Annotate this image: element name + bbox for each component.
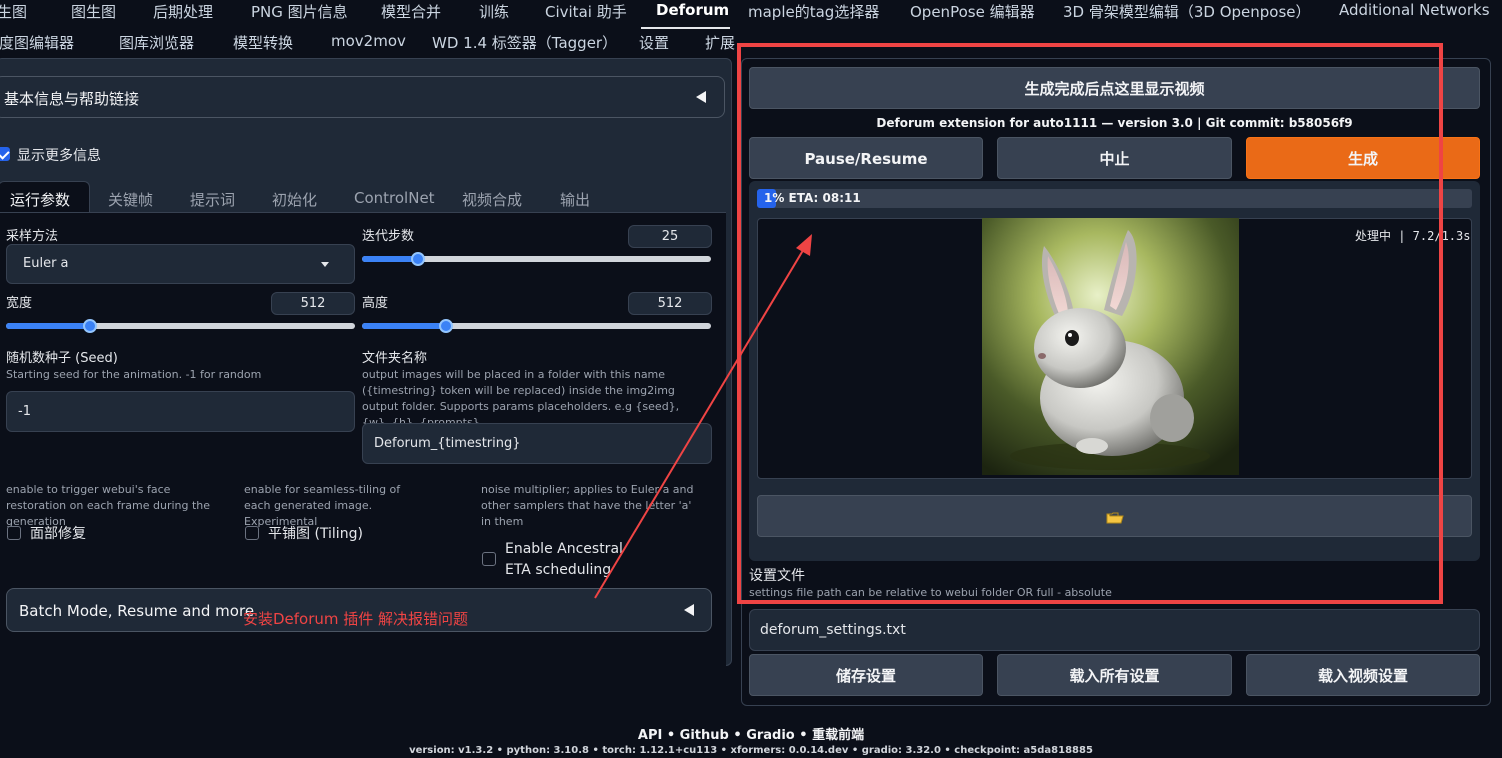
settings-file-input[interactable]: deforum_settings.txt [749,609,1480,651]
info-accordion[interactable]: 基本信息与帮助链接 [0,76,725,118]
chevron-down-icon [321,262,329,267]
tiling-checkbox[interactable] [245,526,259,540]
tab-train[interactable]: 训练 [479,1,509,22]
seed-label: 随机数种子 (Seed) [6,351,118,366]
height-slider-fill [362,323,446,329]
batch-mode-accordion-title: Batch Mode, Resume and more [19,602,255,620]
annotation-text: 安装Deforum 插件 解决报错问题 [243,610,469,628]
tab-mov2mov[interactable]: mov2mov [331,32,406,50]
annotation-red-box [737,43,1443,604]
tab-model-convert[interactable]: 模型转换 [233,32,293,53]
tab-png-info[interactable]: PNG 图片信息 [251,1,348,22]
seed-value: -1 [18,404,31,419]
subtab-init[interactable]: 初始化 [272,189,317,210]
sampler-dropdown[interactable]: Euler a [6,244,355,284]
info-accordion-title: 基本信息与帮助链接 [4,90,140,108]
steps-label: 迭代步数 [362,229,415,244]
folder-name-label: 文件夹名称 [362,351,428,366]
footer-versions: version: v1.3.2 • python: 3.10.8 • torch… [409,745,1093,756]
tab-openpose-editor[interactable]: OpenPose 编辑器 [910,1,1035,22]
face-restore-label: 面部修复 [30,526,86,542]
height-slider-handle[interactable] [438,319,453,333]
face-restore-checkbox[interactable] [7,526,21,540]
height-label: 高度 [362,296,389,311]
tab-tagger[interactable]: WD 1.4 标签器（Tagger） [432,32,617,53]
seed-input[interactable]: -1 [6,391,355,432]
save-settings-button[interactable]: 储存设置 [749,654,983,696]
tab-extras[interactable]: 后期处理 [153,1,213,22]
show-more-info-label: 显示更多信息 [17,148,101,164]
tab-txt2img[interactable]: 文生图 [0,1,27,22]
folder-name-value: Deforum_{timestring} [374,436,521,451]
tab-deforum[interactable]: Deforum [656,1,729,19]
subtab-controlnet[interactable]: ControlNet [354,189,435,207]
tab-img2img[interactable]: 图生图 [71,1,116,22]
steps-slider-fill [362,256,418,262]
tab-3d-openpose[interactable]: 3D 骨架模型编辑（3D Openpose） [1063,1,1311,22]
subtab-keyframes[interactable]: 关键帧 [108,189,153,210]
tab-model-merge[interactable]: 模型合并 [381,1,441,22]
sampler-value: Euler a [23,256,69,271]
steps-slider-handle[interactable] [410,252,425,266]
tab-gallery-browser[interactable]: 图库浏览器 [119,32,194,53]
tab-tag-selector[interactable]: maple的tag选择器 [748,1,879,22]
tiling-label: 平铺图 (Tiling) [268,526,363,542]
active-tab-indicator [641,27,730,29]
settings-file-value: deforum_settings.txt [760,622,906,638]
width-label: 宽度 [6,296,33,311]
sampler-label: 采样方法 [6,229,59,244]
tab-extensions[interactable]: 扩展 [705,32,735,53]
ancestral-eta-checkbox[interactable] [482,552,496,566]
footer-links[interactable]: API • Github • Gradio • 重载前端 [0,724,1502,743]
width-slider-fill [6,323,90,329]
subtab-run[interactable]: 运行参数 [10,189,70,210]
tab-settings[interactable]: 设置 [639,32,669,53]
subtab-video-output[interactable]: 视频合成 [462,189,522,210]
subtab-prompts[interactable]: 提示词 [190,189,235,210]
tab-additional-networks[interactable]: Additional Networks [1339,1,1490,19]
width-slider-handle[interactable] [82,319,97,333]
width-slider[interactable] [6,319,355,333]
collapse-triangle-icon [696,91,706,103]
tab-depth-editor[interactable]: 深度图编辑器 [0,32,74,53]
seed-description: Starting seed for the animation. -1 for … [6,368,262,381]
tab-civitai-helper[interactable]: Civitai 助手 [545,1,627,22]
show-more-info-checkbox[interactable] [0,147,10,161]
annotation-arrow [594,234,812,599]
top-tabs-row-1: 文生图 图生图 后期处理 PNG 图片信息 模型合并 训练 Civitai 助手… [0,1,1502,25]
load-all-settings-button[interactable]: 载入所有设置 [997,654,1232,696]
load-video-settings-button[interactable]: 载入视频设置 [1246,654,1480,696]
subtab-output[interactable]: 输出 [560,189,590,210]
width-input[interactable]: 512 [271,292,355,315]
